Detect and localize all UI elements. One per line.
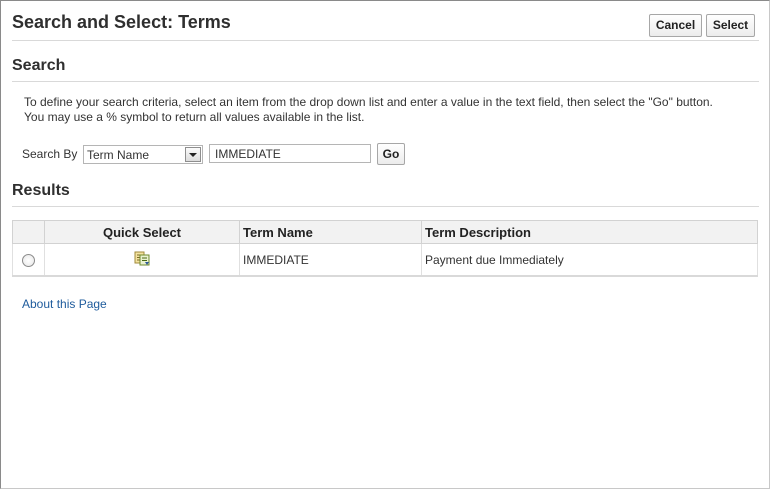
table-row: IMMEDIATE Payment due Immediately [12, 243, 758, 277]
row-select-cell [12, 243, 45, 277]
results-divider [12, 206, 759, 207]
go-button[interactable]: Go [377, 143, 405, 165]
page-title: Search and Select: Terms [12, 12, 231, 32]
search-instructions: To define your search criteria, select a… [24, 95, 749, 125]
instructions-line-2: You may use a % symbol to return all val… [24, 110, 365, 124]
quick-select-icon[interactable] [134, 251, 150, 269]
about-this-page-link[interactable]: About this Page [22, 297, 107, 311]
term-description-cell: Payment due Immediately [421, 243, 758, 277]
search-divider [12, 81, 759, 82]
instructions-line-1: To define your search criteria, select a… [24, 95, 713, 109]
column-header-select [12, 220, 45, 244]
search-by-select[interactable]: Term Name [83, 145, 203, 164]
search-input[interactable] [209, 144, 371, 163]
results-table: Quick Select Term Name Term Description [12, 220, 758, 277]
search-by-selected-value: Term Name [87, 148, 150, 162]
header-divider [12, 40, 759, 41]
chevron-down-icon[interactable] [185, 147, 201, 162]
term-name-cell: IMMEDIATE [239, 243, 422, 277]
results-header-row: Quick Select Term Name Term Description [12, 220, 758, 244]
results-heading: Results [12, 182, 70, 199]
column-header-term-name: Term Name [239, 220, 422, 244]
column-header-quick-select: Quick Select [44, 220, 240, 244]
search-heading: Search [12, 57, 66, 74]
row-select-radio[interactable] [22, 253, 35, 267]
quick-select-cell [44, 243, 240, 277]
column-header-term-description: Term Description [421, 220, 758, 244]
select-button[interactable]: Select [706, 14, 755, 37]
search-by-label: Search By [22, 147, 78, 161]
cancel-button[interactable]: Cancel [649, 14, 702, 37]
